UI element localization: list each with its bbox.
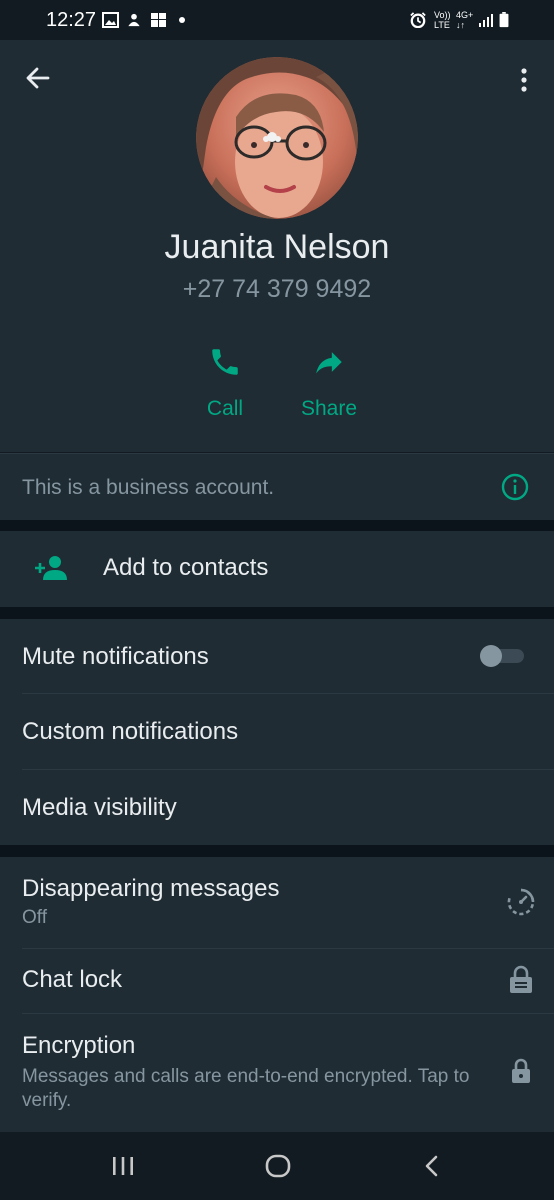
call-label: Call — [206, 397, 244, 420]
add-to-contacts-label: Add to contacts — [103, 554, 269, 581]
alarm-icon — [410, 12, 426, 28]
encryption-label: Encryption — [22, 1032, 136, 1059]
privacy-settings: Disappearing messages Off Chat lock Encr… — [0, 857, 554, 1132]
disappearing-messages-value: Off — [22, 907, 47, 928]
media-visibility-row[interactable]: Media visibility — [0, 770, 554, 845]
contact-phone: +27 74 379 9492 — [182, 275, 372, 303]
add-to-contacts-button[interactable]: Add to contacts — [0, 531, 554, 607]
media-visibility-label: Media visibility — [22, 794, 177, 821]
share-label: Share — [300, 397, 358, 420]
contact-name: Juanita Nelson — [164, 228, 390, 266]
home-icon[interactable] — [264, 1154, 292, 1178]
signal-icon — [479, 14, 493, 27]
upload-icon — [128, 13, 140, 27]
call-button[interactable]: Call — [180, 345, 270, 421]
volte-icon: Vo)) LTE — [434, 10, 451, 30]
add-person-icon — [35, 556, 67, 580]
more-options-icon[interactable] — [514, 66, 534, 94]
section-divider — [0, 845, 554, 857]
business-account-row[interactable]: This is a business account. — [0, 453, 554, 520]
profile-header: Juanita Nelson +27 74 379 9492 Call Shar… — [0, 40, 554, 452]
disappearing-messages-label: Disappearing messages — [22, 875, 280, 902]
custom-notifications-label: Custom notifications — [22, 718, 239, 745]
share-icon — [316, 352, 342, 374]
chat-lock-row[interactable]: Chat lock — [0, 949, 554, 1013]
recent-apps-icon[interactable] — [110, 1154, 136, 1178]
battery-icon — [499, 12, 509, 28]
gallery-icon — [102, 12, 119, 28]
encryption-description: Messages and calls are end-to-end encryp… — [22, 1066, 470, 1111]
back-arrow-icon[interactable] — [24, 64, 52, 92]
dot-icon — [179, 17, 185, 23]
system-nav-bar — [0, 1132, 554, 1200]
encryption-row[interactable]: Encryption Messages and calls are end-to… — [0, 1014, 554, 1126]
avatar[interactable] — [196, 57, 358, 219]
lock-icon — [512, 1058, 530, 1083]
phone-icon — [212, 349, 238, 375]
section-divider — [0, 607, 554, 619]
disappearing-messages-row[interactable]: Disappearing messages Off — [0, 857, 554, 948]
info-icon[interactable] — [500, 472, 530, 502]
mute-notifications-row[interactable]: Mute notifications — [0, 619, 554, 694]
windows-icon — [151, 13, 166, 27]
notification-settings: Mute notifications Custom notifications … — [0, 619, 554, 845]
business-account-text: This is a business account. — [22, 476, 275, 499]
status-time: 12:27 — [46, 9, 97, 31]
chat-lock-label: Chat lock — [22, 966, 123, 993]
custom-notifications-row[interactable]: Custom notifications — [0, 694, 554, 769]
timer-icon — [507, 888, 535, 916]
4g-icon: 4G+ ↓↑ — [456, 10, 474, 30]
back-nav-icon[interactable] — [422, 1154, 442, 1178]
mute-toggle[interactable] — [480, 645, 524, 667]
chat-lock-icon — [510, 965, 532, 993]
status-bar: 12:27 Vo)) LTE 4G+ ↓↑ — [0, 0, 554, 40]
share-button[interactable]: Share — [284, 345, 374, 421]
mute-notifications-label: Mute notifications — [22, 643, 209, 670]
